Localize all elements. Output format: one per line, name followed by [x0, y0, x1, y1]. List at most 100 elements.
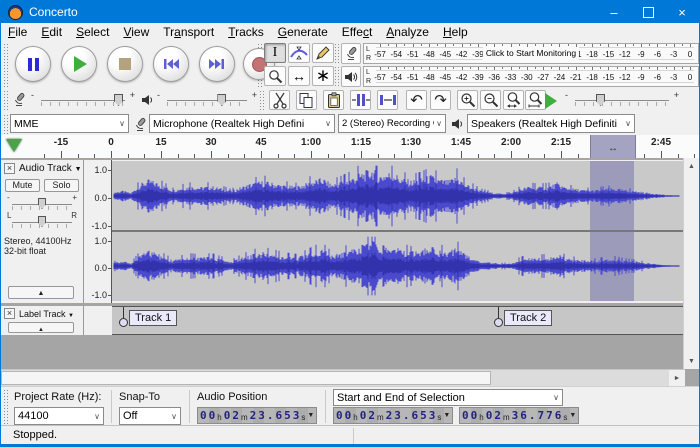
meter-left-channel-label: L: [366, 69, 370, 76]
label-track-menu[interactable]: Label Track ▼: [19, 309, 74, 319]
recording-meter-gripper[interactable]: [334, 43, 339, 64]
skip-to-start-button[interactable]: [153, 46, 189, 82]
menu-item-effect[interactable]: Effect: [335, 24, 379, 40]
label-text-box[interactable]: Track 1: [129, 310, 177, 326]
label-text-box[interactable]: Track 2: [504, 310, 552, 326]
horizontal-scrollbar[interactable]: ►: [1, 369, 685, 386]
device-toolbar-gripper[interactable]: [3, 114, 8, 134]
menu-item-file[interactable]: File: [1, 24, 34, 40]
slider-track[interactable]: [575, 100, 669, 101]
meter-scale-label: -15: [603, 73, 615, 82]
selection-end-display[interactable]: 00h02m36.776s▼: [459, 407, 579, 424]
close-track-button[interactable]: ×: [4, 308, 15, 319]
audio-track-menu[interactable]: Audio Track ▼: [19, 163, 82, 174]
slider-track[interactable]: [167, 100, 247, 101]
menu-item-transport[interactable]: Transport: [156, 24, 221, 40]
transport-toolbar-gripper[interactable]: [3, 43, 8, 87]
label-area[interactable]: Track 1 Track 2: [112, 306, 684, 335]
meter-tick: [388, 67, 389, 69]
timeline-selection[interactable]: ↔: [590, 135, 636, 158]
recording-meter[interactable]: L R -57-54-51-48-45-42-39-36-33-30-27-24…: [363, 43, 699, 64]
pan-slider[interactable]: L R: [5, 214, 79, 230]
undo-icon: ↶: [410, 93, 423, 108]
vertical-ruler[interactable]: 1.00.0-1.01.00.0-1.0: [84, 160, 112, 303]
recording-meter-button[interactable]: [341, 43, 361, 64]
menu-item-edit[interactable]: Edit: [34, 24, 69, 40]
selection-resize-arrows-icon[interactable]: ↔: [591, 144, 635, 154]
label-marker[interactable]: [119, 318, 128, 327]
multi-tool-button[interactable]: ∗: [312, 66, 334, 86]
redo-button[interactable]: ↷: [430, 90, 451, 110]
menu-item-select[interactable]: Select: [69, 24, 116, 40]
undo-button[interactable]: ↶: [406, 90, 427, 110]
maximize-button[interactable]: [631, 1, 665, 23]
playback-volume-slider[interactable]: - +: [159, 91, 255, 109]
close-track-button[interactable]: ×: [4, 163, 15, 174]
mute-button[interactable]: Mute: [5, 179, 40, 192]
audio-host-select[interactable]: MME ∨: [10, 114, 129, 133]
play-at-speed-button[interactable]: [541, 91, 561, 111]
vertical-scrollbar[interactable]: ▲ ▼: [683, 158, 699, 369]
stop-button[interactable]: [107, 46, 143, 82]
scroll-right-button[interactable]: ►: [669, 370, 685, 386]
menu-item-help[interactable]: Help: [436, 24, 475, 40]
scroll-down-button[interactable]: ▼: [684, 353, 699, 369]
zoom-in-button[interactable]: [457, 90, 478, 110]
title-bar[interactable]: Concerto – ×: [1, 1, 699, 23]
scrollbar-thumb[interactable]: [1, 371, 491, 385]
menu-item-view[interactable]: View: [116, 24, 156, 40]
menu-item-analyze[interactable]: Analyze: [379, 24, 436, 40]
menu-item-generate[interactable]: Generate: [271, 24, 335, 40]
waveform-display[interactable]: [112, 160, 684, 303]
monitoring-overlay[interactable]: Click to Start Monitoring: [483, 47, 579, 60]
zoom-tool-button[interactable]: [264, 66, 286, 86]
time-display-menu-arrow-icon[interactable]: ▼: [443, 412, 450, 419]
play-speed-slider[interactable]: - +: [567, 91, 677, 109]
playback-meter-gripper[interactable]: [334, 66, 339, 87]
time-display-menu-arrow-icon[interactable]: ▼: [569, 412, 576, 419]
timeline-ruler[interactable]: -1501530451:001:151:301:452:002:152:302:…: [1, 135, 699, 159]
mixer-toolbar-gripper[interactable]: [3, 90, 8, 111]
project-rate-select[interactable]: 44100 ∨: [14, 407, 104, 425]
time-display-menu-arrow-icon[interactable]: ▼: [307, 412, 314, 419]
audio-position-display[interactable]: 00h02m23.653s▼: [197, 407, 317, 424]
play-button[interactable]: [61, 46, 97, 82]
collapse-track-button[interactable]: ▲: [8, 322, 74, 333]
edit-toolbar-gripper[interactable]: [259, 90, 264, 111]
cut-button[interactable]: [269, 90, 290, 110]
zoom-out-button[interactable]: [480, 90, 501, 110]
envelope-tool-button[interactable]: [288, 43, 310, 63]
recording-volume-slider[interactable]: - +: [33, 91, 133, 109]
gain-slider[interactable]: - +: [5, 196, 79, 212]
scroll-up-button[interactable]: ▲: [684, 158, 699, 174]
pause-button[interactable]: [15, 46, 51, 82]
slider-track[interactable]: [41, 100, 125, 101]
playback-meter-button[interactable]: [341, 66, 361, 87]
selection-mode-select[interactable]: Start and End of Selection ∨: [333, 389, 563, 406]
paste-button[interactable]: [323, 90, 344, 110]
snap-to-select[interactable]: Off ∨: [119, 407, 181, 425]
minimize-button[interactable]: –: [597, 1, 631, 23]
solo-button[interactable]: Solo: [44, 179, 79, 192]
playback-meter[interactable]: L R -57-54-51-48-45-42-39-36-33-30-27-24…: [363, 66, 699, 87]
draw-tool-button[interactable]: [312, 43, 334, 63]
menu-item-tracks[interactable]: Tracks: [221, 24, 271, 40]
timeline-pin-icon[interactable]: [6, 139, 22, 152]
recording-channels-select[interactable]: 2 (Stereo) Recording Channels ∨: [338, 114, 446, 133]
trim-audio-button[interactable]: [350, 90, 371, 110]
skip-to-end-button[interactable]: [199, 46, 235, 82]
timeline-label: 1:15: [351, 137, 371, 148]
selection-toolbar-gripper[interactable]: [3, 389, 8, 424]
silence-audio-button[interactable]: [377, 90, 398, 110]
collapse-track-button[interactable]: ▲: [8, 286, 74, 299]
selection-tool-button[interactable]: I: [264, 43, 286, 63]
selection-start-display[interactable]: 00h02m23.653s▼: [333, 407, 453, 424]
close-button[interactable]: ×: [665, 1, 699, 23]
label-marker[interactable]: [494, 318, 503, 327]
copy-button[interactable]: [296, 90, 317, 110]
time-shift-tool-button[interactable]: ↔: [288, 66, 310, 86]
playback-device-select[interactable]: Speakers (Realtek High Definiti ∨: [467, 114, 635, 133]
fit-selection-button[interactable]: [503, 90, 524, 110]
close-icon: ×: [7, 163, 12, 173]
recording-device-select[interactable]: Microphone (Realtek High Defini ∨: [149, 114, 335, 133]
